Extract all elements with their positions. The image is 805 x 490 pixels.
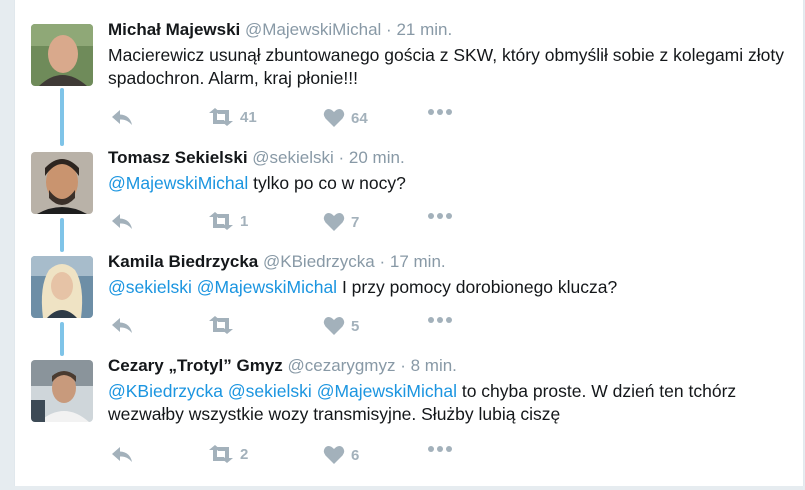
more-icon	[428, 446, 452, 452]
timestamp[interactable]: 20 min.	[349, 148, 405, 167]
author-handle[interactable]: @MajewskiMichal	[245, 20, 381, 39]
tweet-body: I przy pomocy dorobionego klucza?	[337, 277, 618, 297]
tweet-body: Macierewicz usunął zbuntowanego gościa z…	[108, 45, 784, 88]
like-count: 6	[351, 446, 360, 464]
author-name[interactable]: Michał Majewski	[108, 20, 240, 39]
retweet-icon	[209, 445, 233, 463]
heart-icon	[323, 445, 345, 464]
retweet-count: 2	[240, 445, 249, 463]
more-icon	[428, 317, 452, 323]
tweet-text: @MajewskiMichal tylko po co w nocy?	[108, 172, 798, 195]
mention-link[interactable]: @MajewskiMichal	[317, 381, 457, 401]
avatar[interactable]	[31, 360, 93, 422]
reply-icon	[112, 214, 132, 229]
reply-icon	[112, 318, 132, 333]
retweet-button[interactable]: 41	[208, 108, 257, 126]
more-button[interactable]	[427, 445, 453, 453]
separator: ·	[338, 148, 345, 167]
tweet-text: Macierewicz usunął zbuntowanego gościa z…	[108, 44, 798, 90]
tweet-thread: Michał Majewski @MajewskiMichal · 21 min…	[14, 0, 804, 486]
tweet[interactable]: Cezary „Trotyl” Gmyz @cezarygmyz · 8 min…	[15, 354, 803, 484]
mention-link[interactable]: @sekielski	[228, 381, 312, 401]
mention-link[interactable]: @sekielski	[108, 277, 192, 297]
tweet[interactable]: Michał Majewski @MajewskiMichal · 21 min…	[15, 18, 803, 138]
like-button[interactable]: 64	[323, 108, 368, 128]
tweet-actions: 41 64	[110, 108, 470, 132]
author-handle[interactable]: @sekielski	[252, 148, 334, 167]
author-handle[interactable]: @cezarygmyz	[288, 356, 396, 375]
tweet-text: @sekielski @MajewskiMichal I przy pomocy…	[108, 276, 798, 299]
retweet-icon	[209, 316, 233, 334]
avatar[interactable]	[31, 24, 93, 86]
tweet-actions: 2 6	[110, 445, 470, 469]
author-handle[interactable]: @KBiedrzycka	[263, 252, 375, 271]
retweet-count: 41	[240, 108, 257, 126]
retweet-button[interactable]: 2	[208, 445, 248, 463]
tweet-text: @KBiedrzycka @sekielski @MajewskiMichal …	[108, 380, 798, 426]
more-button[interactable]	[427, 108, 453, 116]
like-button[interactable]: 7	[323, 212, 359, 232]
separator: ·	[379, 252, 386, 271]
more-button[interactable]	[427, 316, 453, 324]
author-name[interactable]: Kamila Biedrzycka	[108, 252, 258, 271]
page-bottom-edge	[14, 486, 804, 490]
more-button[interactable]	[427, 212, 453, 220]
timestamp[interactable]: 21 min.	[396, 20, 452, 39]
mention-link[interactable]: @KBiedrzycka	[108, 381, 223, 401]
reply-icon	[112, 110, 132, 125]
reply-button[interactable]	[110, 316, 134, 336]
separator: ·	[386, 20, 392, 39]
avatar[interactable]	[31, 152, 93, 214]
mention-link[interactable]: @MajewskiMichal	[197, 277, 337, 297]
retweet-button[interactable]	[208, 316, 240, 334]
reply-button[interactable]	[110, 445, 134, 465]
like-count: 64	[351, 109, 368, 127]
separator: ·	[400, 356, 406, 375]
retweet-icon	[209, 212, 233, 230]
mention-link[interactable]: @MajewskiMichal	[108, 173, 248, 193]
retweet-button[interactable]: 1	[208, 212, 248, 230]
more-icon	[428, 213, 452, 219]
tweet-actions: 5	[110, 316, 470, 340]
more-icon	[428, 109, 452, 115]
like-count: 5	[351, 317, 360, 335]
like-count: 7	[351, 213, 360, 231]
author-name[interactable]: Cezary „Trotyl” Gmyz	[108, 356, 283, 375]
heart-icon	[323, 108, 345, 127]
tweet-actions: 1 7	[110, 212, 470, 236]
retweet-count: 1	[240, 212, 249, 230]
tweet[interactable]: Tomasz Sekielski @sekielski · 20 min. @M…	[15, 146, 803, 246]
like-button[interactable]: 6	[323, 445, 359, 465]
reply-button[interactable]	[110, 108, 134, 128]
tweet[interactable]: Kamila Biedrzycka @KBiedrzycka · 17 min.…	[15, 250, 803, 350]
timestamp[interactable]: 17 min.	[390, 252, 446, 271]
author-name[interactable]: Tomasz Sekielski	[108, 148, 248, 167]
tweet-body: tylko po co w nocy?	[248, 173, 406, 193]
reply-icon	[112, 447, 132, 462]
retweet-icon	[209, 108, 233, 126]
avatar[interactable]	[31, 256, 93, 318]
heart-icon	[323, 212, 345, 231]
heart-icon	[323, 316, 345, 335]
reply-button[interactable]	[110, 212, 134, 232]
like-button[interactable]: 5	[323, 316, 359, 336]
timestamp[interactable]: 8 min.	[411, 356, 457, 375]
